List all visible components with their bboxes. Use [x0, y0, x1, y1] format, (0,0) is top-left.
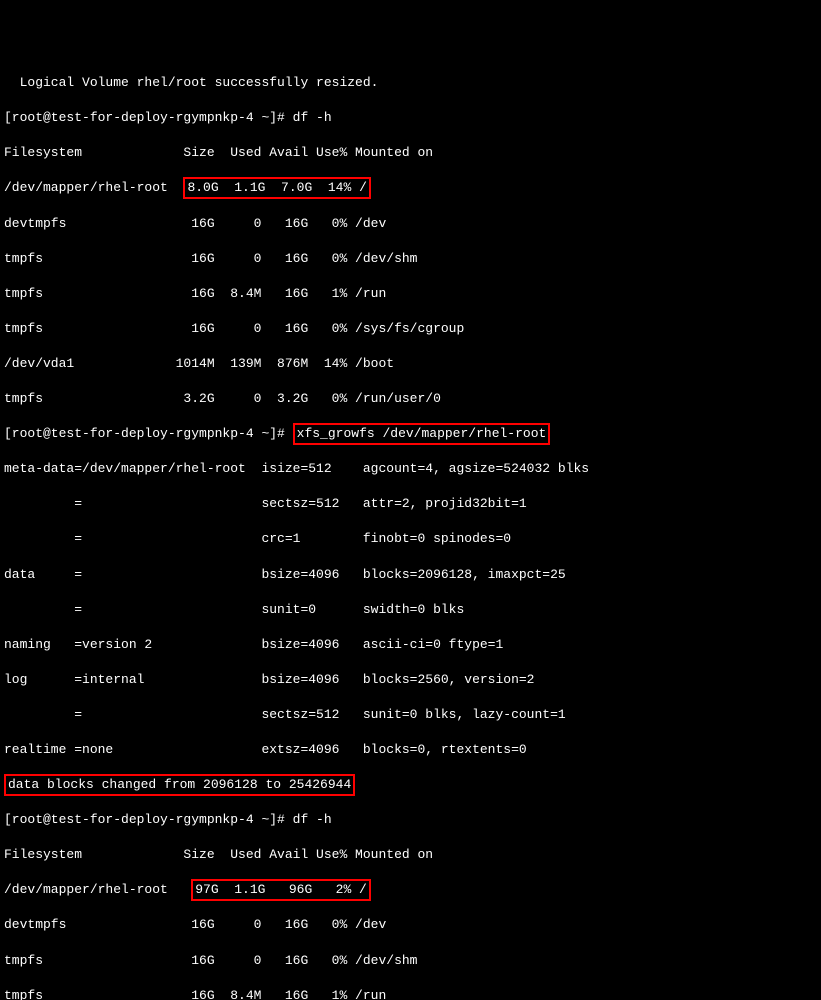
highlight-root-after: 97G 1.1G 96G 2% / — [191, 879, 371, 901]
df-row: /dev/mapper/rhel-root 97G 1.1G 96G 2% / — [4, 881, 817, 899]
df-row: tmpfs 3.2G 0 3.2G 0% /run/user/0 — [4, 390, 817, 408]
xfs-output: realtime =none extsz=4096 blocks=0, rtex… — [4, 741, 817, 759]
df-row: tmpfs 16G 0 16G 0% /sys/fs/cgroup — [4, 320, 817, 338]
xfs-output: meta-data=/dev/mapper/rhel-root isize=51… — [4, 460, 817, 478]
xfs-output: = crc=1 finobt=0 spinodes=0 — [4, 530, 817, 548]
xfs-output: naming =version 2 bsize=4096 ascii-ci=0 … — [4, 636, 817, 654]
output-line: Logical Volume rhel/root successfully re… — [4, 74, 817, 92]
fs-name: /dev/mapper/rhel-root — [4, 882, 191, 897]
prompt-line: [root@test-for-deploy-rgympnkp-4 ~]# df … — [4, 109, 817, 127]
df-row: devtmpfs 16G 0 16G 0% /dev — [4, 215, 817, 233]
fs-name: /dev/mapper/rhel-root — [4, 180, 183, 195]
df-row: /dev/mapper/rhel-root 8.0G 1.1G 7.0G 14%… — [4, 179, 817, 197]
df-row: /dev/vda1 1014M 139M 876M 14% /boot — [4, 355, 817, 373]
xfs-output: log =internal bsize=4096 blocks=2560, ve… — [4, 671, 817, 689]
xfs-output: = sectsz=512 attr=2, projid32bit=1 — [4, 495, 817, 513]
df-row: tmpfs 16G 0 16G 0% /dev/shm — [4, 250, 817, 268]
xfs-output: = sunit=0 swidth=0 blks — [4, 601, 817, 619]
df-row: devtmpfs 16G 0 16G 0% /dev — [4, 916, 817, 934]
df-header: Filesystem Size Used Avail Use% Mounted … — [4, 846, 817, 864]
df-row: tmpfs 16G 8.4M 16G 1% /run — [4, 987, 817, 1000]
highlight-blocks-changed: data blocks changed from 2096128 to 2542… — [4, 774, 355, 796]
xfs-output: data = bsize=4096 blocks=2096128, imaxpc… — [4, 566, 817, 584]
df-header: Filesystem Size Used Avail Use% Mounted … — [4, 144, 817, 162]
prompt-line: [root@test-for-deploy-rgympnkp-4 ~]# df … — [4, 811, 817, 829]
xfs-output: = sectsz=512 sunit=0 blks, lazy-count=1 — [4, 706, 817, 724]
prompt-line: [root@test-for-deploy-rgympnkp-4 ~]# xfs… — [4, 425, 817, 443]
highlight-root-before: 8.0G 1.1G 7.0G 14% / — [183, 177, 370, 199]
xfs-output: data blocks changed from 2096128 to 2542… — [4, 776, 817, 794]
df-row: tmpfs 16G 0 16G 0% /dev/shm — [4, 952, 817, 970]
prompt-prefix: [root@test-for-deploy-rgympnkp-4 ~]# — [4, 426, 293, 441]
highlight-growfs-cmd: xfs_growfs /dev/mapper/rhel-root — [293, 423, 551, 445]
df-row: tmpfs 16G 8.4M 16G 1% /run — [4, 285, 817, 303]
